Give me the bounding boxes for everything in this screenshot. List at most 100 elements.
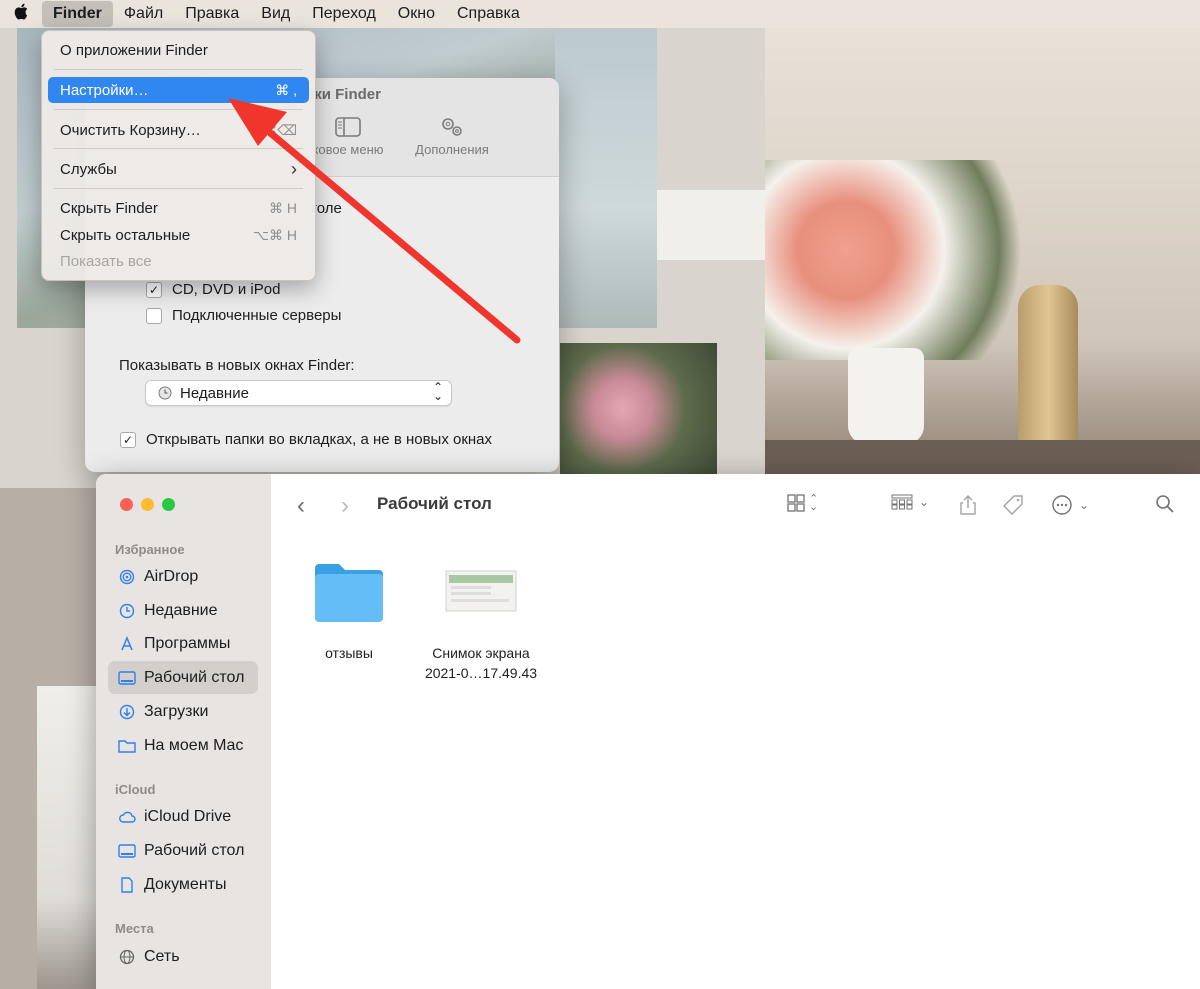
sidebar-item-recents[interactable]: Недавние: [108, 594, 258, 627]
wallpaper-card: [657, 190, 765, 260]
wallpaper-bouquet: [765, 160, 1035, 360]
wallpaper-vase: [848, 348, 924, 444]
share-button[interactable]: [959, 494, 977, 516]
menu-item-about[interactable]: О приложении Finder: [48, 37, 309, 63]
sidebar-item-label: Сеть: [144, 947, 180, 965]
view-mode-button[interactable]: ⌃ ⌄: [787, 493, 819, 513]
menu-item-hide-others[interactable]: Скрыть остальные ⌥⌘ H: [48, 222, 309, 248]
minimize-button[interactable]: [141, 498, 154, 511]
settings-shortcut: ⌘ ,: [275, 81, 297, 98]
sidebar-item-airdrop[interactable]: AirDrop: [108, 560, 258, 593]
tag-icon: [1003, 495, 1023, 515]
finder-menu-dropdown: О приложении Finder Настройки… ⌘ , Очист…: [41, 30, 316, 281]
group-button[interactable]: ⌄: [891, 494, 929, 510]
menu-window[interactable]: Окно: [387, 1, 446, 27]
sidebar-section-locations: Места: [115, 921, 154, 936]
hide-finder-shortcut: ⌘ H: [269, 199, 297, 216]
sidebar-item-on-my-mac[interactable]: На моем Mac: [108, 729, 258, 762]
airdrop-icon: [118, 568, 136, 586]
open-tabs-checkbox[interactable]: ✓: [120, 431, 136, 448]
tab-advanced[interactable]: Дополнения: [397, 116, 507, 157]
wallpaper-flower-photo: [560, 343, 717, 474]
window-title: Рабочий стол: [377, 494, 492, 513]
cd-dvd-label: CD, DVD и iPod: [172, 281, 281, 298]
group-grid-icon: [891, 494, 913, 510]
download-icon: [118, 703, 136, 721]
grid-icon: [787, 494, 805, 512]
tab-sidebar-label: ковое меню: [312, 142, 384, 157]
menu-view[interactable]: Вид: [250, 1, 301, 27]
menu-separator: [54, 69, 303, 70]
sidebar-item-applications[interactable]: Программы: [108, 627, 258, 660]
menu-item-show-all: Показать все: [48, 248, 309, 274]
folder-icon: [118, 737, 136, 755]
folder-icon: [315, 564, 383, 622]
menu-item-hide-others-label: Скрыть остальные: [60, 226, 191, 244]
menu-item-settings[interactable]: Настройки… ⌘ ,: [48, 77, 309, 103]
chevron-down-icon: ⌄: [1079, 498, 1090, 512]
ellipsis-circle-icon: [1052, 495, 1072, 515]
desktop-icon: [118, 842, 136, 860]
file-name-line-2: 2021-0…17.49.43: [424, 665, 538, 681]
empty-trash-shortcut: ⌘⌫: [263, 121, 297, 138]
menu-help[interactable]: Справка: [446, 1, 531, 27]
tag-button[interactable]: [1002, 494, 1024, 516]
sidebar-item-label: Рабочий стол: [144, 668, 245, 686]
sidebar-item-label: Рабочий стол: [144, 841, 245, 859]
servers-label: Подключенные серверы: [172, 307, 342, 324]
traffic-lights: [120, 498, 175, 511]
servers-checkbox[interactable]: [146, 307, 162, 324]
sidebar-item-downloads[interactable]: Загрузки: [108, 695, 258, 728]
sidebar-item-desktop[interactable]: Рабочий стол: [108, 661, 258, 694]
zoom-button[interactable]: [162, 498, 175, 511]
back-button[interactable]: ‹: [297, 492, 305, 520]
new-window-select[interactable]: Недавние ⌃ ⌄: [145, 380, 452, 406]
option-open-tabs[interactable]: ✓ Открывать папки во вкладках, а не в но…: [120, 431, 492, 448]
menu-edit[interactable]: Правка: [174, 1, 250, 27]
menu-item-settings-label: Настройки…: [60, 81, 149, 99]
file-item-screenshot[interactable]: Снимок экрана 2021-0…17.49.43: [421, 570, 541, 683]
menu-finder[interactable]: Finder: [42, 1, 113, 27]
sidebar-item-icloud-drive[interactable]: iCloud Drive: [108, 800, 258, 833]
menu-item-show-all-label: Показать все: [60, 252, 152, 270]
sidebar-icon: [335, 117, 361, 137]
close-button[interactable]: [120, 498, 133, 511]
clock-icon: [118, 602, 136, 620]
menu-file[interactable]: Файл: [113, 1, 174, 27]
tab-advanced-label: Дополнения: [415, 142, 489, 157]
sidebar-item-label: Программы: [144, 634, 231, 652]
menu-go[interactable]: Переход: [301, 1, 387, 27]
sidebar-item-documents[interactable]: Документы: [108, 868, 258, 901]
sidebar-section-icloud: iCloud: [115, 782, 156, 797]
sidebar-item-label: Загрузки: [144, 702, 209, 720]
file-item-folder[interactable]: отзывы: [289, 560, 409, 663]
sidebar-item-icloud-desktop[interactable]: Рабочий стол: [108, 834, 258, 867]
applications-icon: [118, 635, 136, 653]
desktop-icon: [118, 669, 136, 687]
cloud-icon: [118, 808, 136, 826]
open-tabs-label: Открывать папки во вкладках, а не в новы…: [146, 431, 493, 448]
menu-item-services[interactable]: Службы ›: [48, 156, 309, 182]
option-cd-dvd[interactable]: ✓ CD, DVD и iPod: [146, 281, 280, 298]
sidebar-item-label: На моем Mac: [144, 736, 244, 754]
more-actions-button[interactable]: ⌄: [1051, 494, 1089, 516]
finder-window: Избранное AirDrop Недавние Программы Раб…: [96, 474, 1200, 989]
finder-sidebar: Избранное AirDrop Недавние Программы Раб…: [96, 474, 271, 989]
option-servers[interactable]: Подключенные серверы: [146, 307, 341, 324]
document-icon: [118, 876, 136, 894]
select-arrows-icon: ⌃ ⌄: [432, 380, 443, 403]
sidebar-item-network[interactable]: Сеть: [108, 940, 258, 973]
hide-others-shortcut: ⌥⌘ H: [252, 226, 297, 243]
cd-dvd-checkbox[interactable]: ✓: [146, 281, 162, 298]
menu-item-empty-trash[interactable]: Очистить Корзину… ⌘⌫: [48, 117, 309, 143]
menu-item-hide-finder[interactable]: Скрыть Finder ⌘ H: [48, 195, 309, 221]
menu-item-hide-finder-label: Скрыть Finder: [60, 199, 158, 217]
menu-bar: Finder Файл Правка Вид Переход Окно Спра…: [0, 0, 1200, 28]
apple-logo-icon[interactable]: [0, 3, 42, 25]
chevron-updown-icon: ⌃ ⌄: [809, 493, 819, 513]
forward-button[interactable]: ›: [341, 492, 349, 520]
search-button[interactable]: [1155, 494, 1175, 514]
globe-icon: [118, 948, 136, 966]
sidebar-item-label: iCloud Drive: [144, 807, 232, 825]
menu-item-empty-trash-label: Очистить Корзину…: [60, 121, 201, 139]
